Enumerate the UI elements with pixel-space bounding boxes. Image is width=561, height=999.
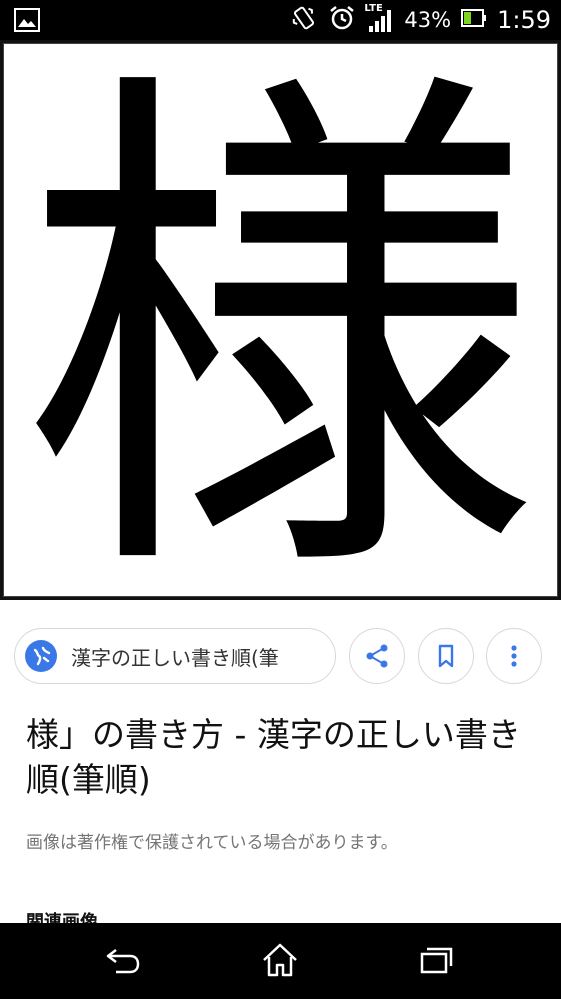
kanji-character: 様 [20, 44, 540, 596]
signal-icon: LTE [364, 3, 394, 34]
result-title[interactable]: 様」の書き方 - 漢字の正しい書き順(筆順) [26, 712, 526, 802]
battery-icon [461, 8, 487, 32]
vibrate-icon [290, 4, 318, 36]
more-options-button[interactable] [486, 628, 542, 684]
navigation-bar [0, 923, 561, 999]
battery-percent: 43% [404, 8, 452, 32]
network-type: LTE [364, 3, 383, 14]
home-icon [263, 943, 297, 977]
recents-icon [420, 947, 453, 974]
clock: 1:59 [497, 6, 551, 34]
status-icons: LTE 43% 1:59 [290, 0, 551, 40]
source-label: 漢字の正しい書き順(筆 [71, 645, 279, 670]
more-vert-icon [511, 645, 517, 667]
copyright-note: 画像は著作権で保護されている場合があります。 [26, 833, 398, 853]
status-bar: LTE 43% 1:59 [0, 0, 561, 40]
alarm-icon [328, 4, 356, 36]
globe-icon [25, 640, 57, 672]
gallery-notification-icon [14, 8, 40, 32]
bookmark-icon [438, 644, 454, 668]
result-details: 漢字の正しい書き順(筆 様」の書き方 - 漢字の正しい書き順(筆順) 画像は著作… [0, 600, 561, 923]
kanji-image[interactable]: 様 [3, 31, 558, 637]
share-icon [366, 644, 388, 668]
share-button[interactable] [349, 628, 405, 684]
back-icon [106, 949, 140, 974]
home-button[interactable] [250, 935, 310, 985]
recents-button[interactable] [406, 935, 466, 985]
image-viewer[interactable]: 様 [0, 31, 561, 637]
save-bookmark-button[interactable] [418, 628, 474, 684]
back-button[interactable] [94, 935, 154, 985]
related-images-heading: 関連画像 [26, 912, 98, 923]
source-chip[interactable]: 漢字の正しい書き順(筆 [14, 628, 336, 684]
